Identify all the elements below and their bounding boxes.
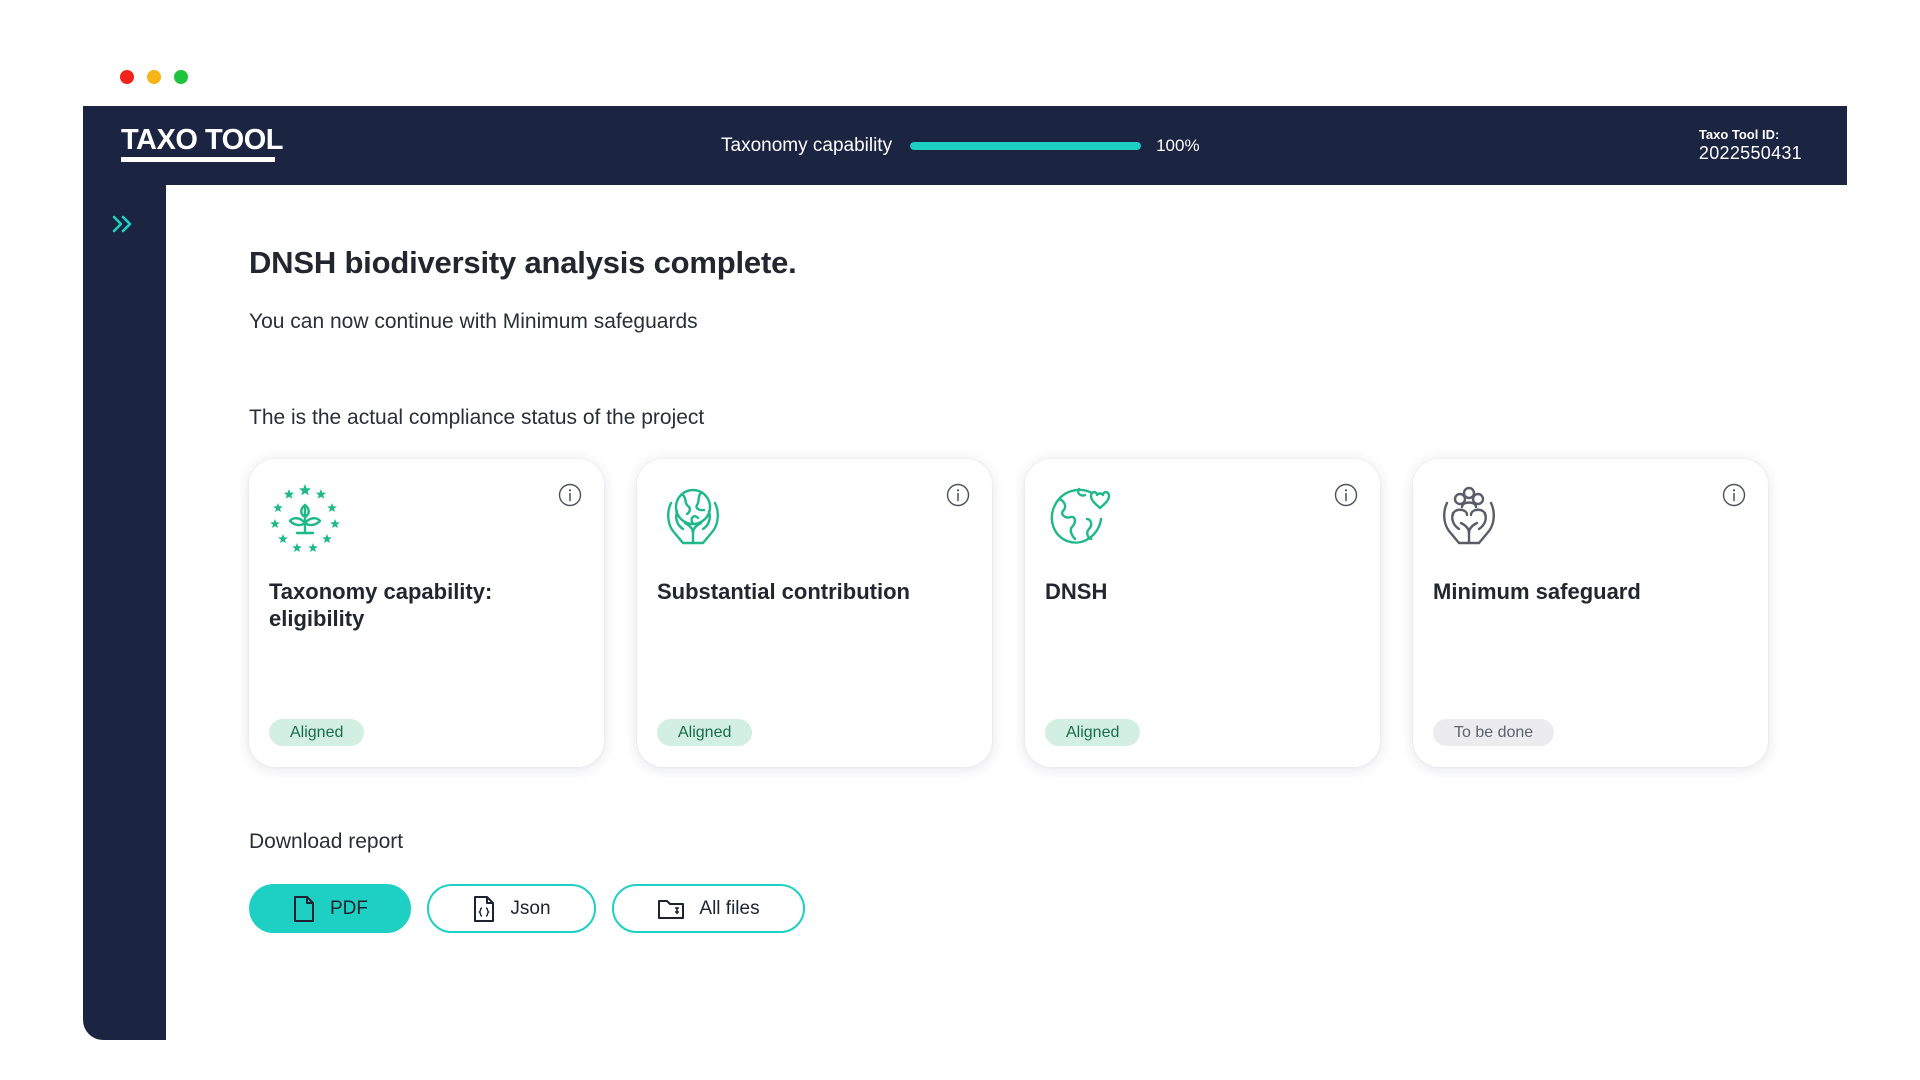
card-title: Substantial contribution [657,579,910,604]
compliance-cards: Taxonomy capability: eligibility Aligned [249,459,1769,769]
card-minimum-safeguard[interactable]: Minimum safeguard To be done [1413,459,1768,767]
status-intro: The is the actual compliance status of t… [249,406,705,429]
globe-heart-icon [1050,487,1111,544]
info-icon[interactable] [558,483,582,507]
app-window: TAXO TOOL Taxonomy capability 100% Taxo … [83,106,1847,1040]
top-bar: TAXO TOOL Taxonomy capability 100% Taxo … [83,106,1847,185]
download-buttons: PDF Json All files [249,884,805,933]
tool-id-label: Taxo Tool ID: [1698,127,1780,142]
page-subtitle: You can now continue with Minimum safegu… [249,310,698,333]
status-badge: Aligned [1045,719,1141,746]
download-json-button[interactable]: Json [427,884,596,933]
logo-underline [121,157,275,162]
close-window-dot[interactable] [120,70,134,84]
progress-track [910,142,1142,150]
status-badge: Aligned [269,719,365,746]
taxonomy-progress: Taxonomy capability 100% [721,130,1200,162]
json-file-icon [474,895,495,922]
card-taxonomy-eligibility[interactable]: Taxonomy capability: eligibility Aligned [249,459,604,767]
main-content: DNSH biodiversity analysis complete. You… [249,185,1809,1040]
status-badge: To be done [1433,719,1555,746]
download-pdf-button[interactable]: PDF [249,884,411,933]
folder-icon [658,899,685,919]
info-icon[interactable] [946,483,970,507]
file-icon [294,895,314,922]
button-label: PDF [330,897,368,919]
sidebar [83,185,166,1040]
card-title: Taxonomy capability: eligibility [269,579,493,631]
double-chevron-right-icon[interactable] [109,211,139,237]
info-icon[interactable] [1722,483,1746,507]
app-logo[interactable]: TAXO TOOL [121,125,283,155]
card-dnsh[interactable]: DNSH Aligned [1025,459,1380,767]
button-label: Json [510,897,551,919]
status-badge: Aligned [657,719,753,746]
card-substantial-contribution[interactable]: Substantial contribution Aligned [637,459,992,767]
button-label: All files [699,897,760,919]
info-icon[interactable] [1334,483,1358,507]
hands-globe-icon [667,488,719,545]
progress-fill [910,142,1142,150]
progress-label: Taxonomy capability [721,135,893,156]
maximize-window-dot[interactable] [174,70,188,84]
card-title: Minimum safeguard [1433,579,1641,604]
tool-id-value: 2022550431 [1698,143,1802,163]
eu-stars-sprout-icon [270,484,340,552]
minimize-window-dot[interactable] [147,70,161,84]
card-title: DNSH [1045,579,1108,604]
progress-value: 100% [1156,136,1200,155]
download-report-label: Download report [249,830,404,853]
hands-people-icon [1443,486,1495,545]
window-controls [120,70,188,84]
download-all-files-button[interactable]: All files [612,884,805,933]
page-title: DNSH biodiversity analysis complete. [249,245,797,280]
tool-id: Taxo Tool ID: 2022550431 [1699,127,1802,163]
